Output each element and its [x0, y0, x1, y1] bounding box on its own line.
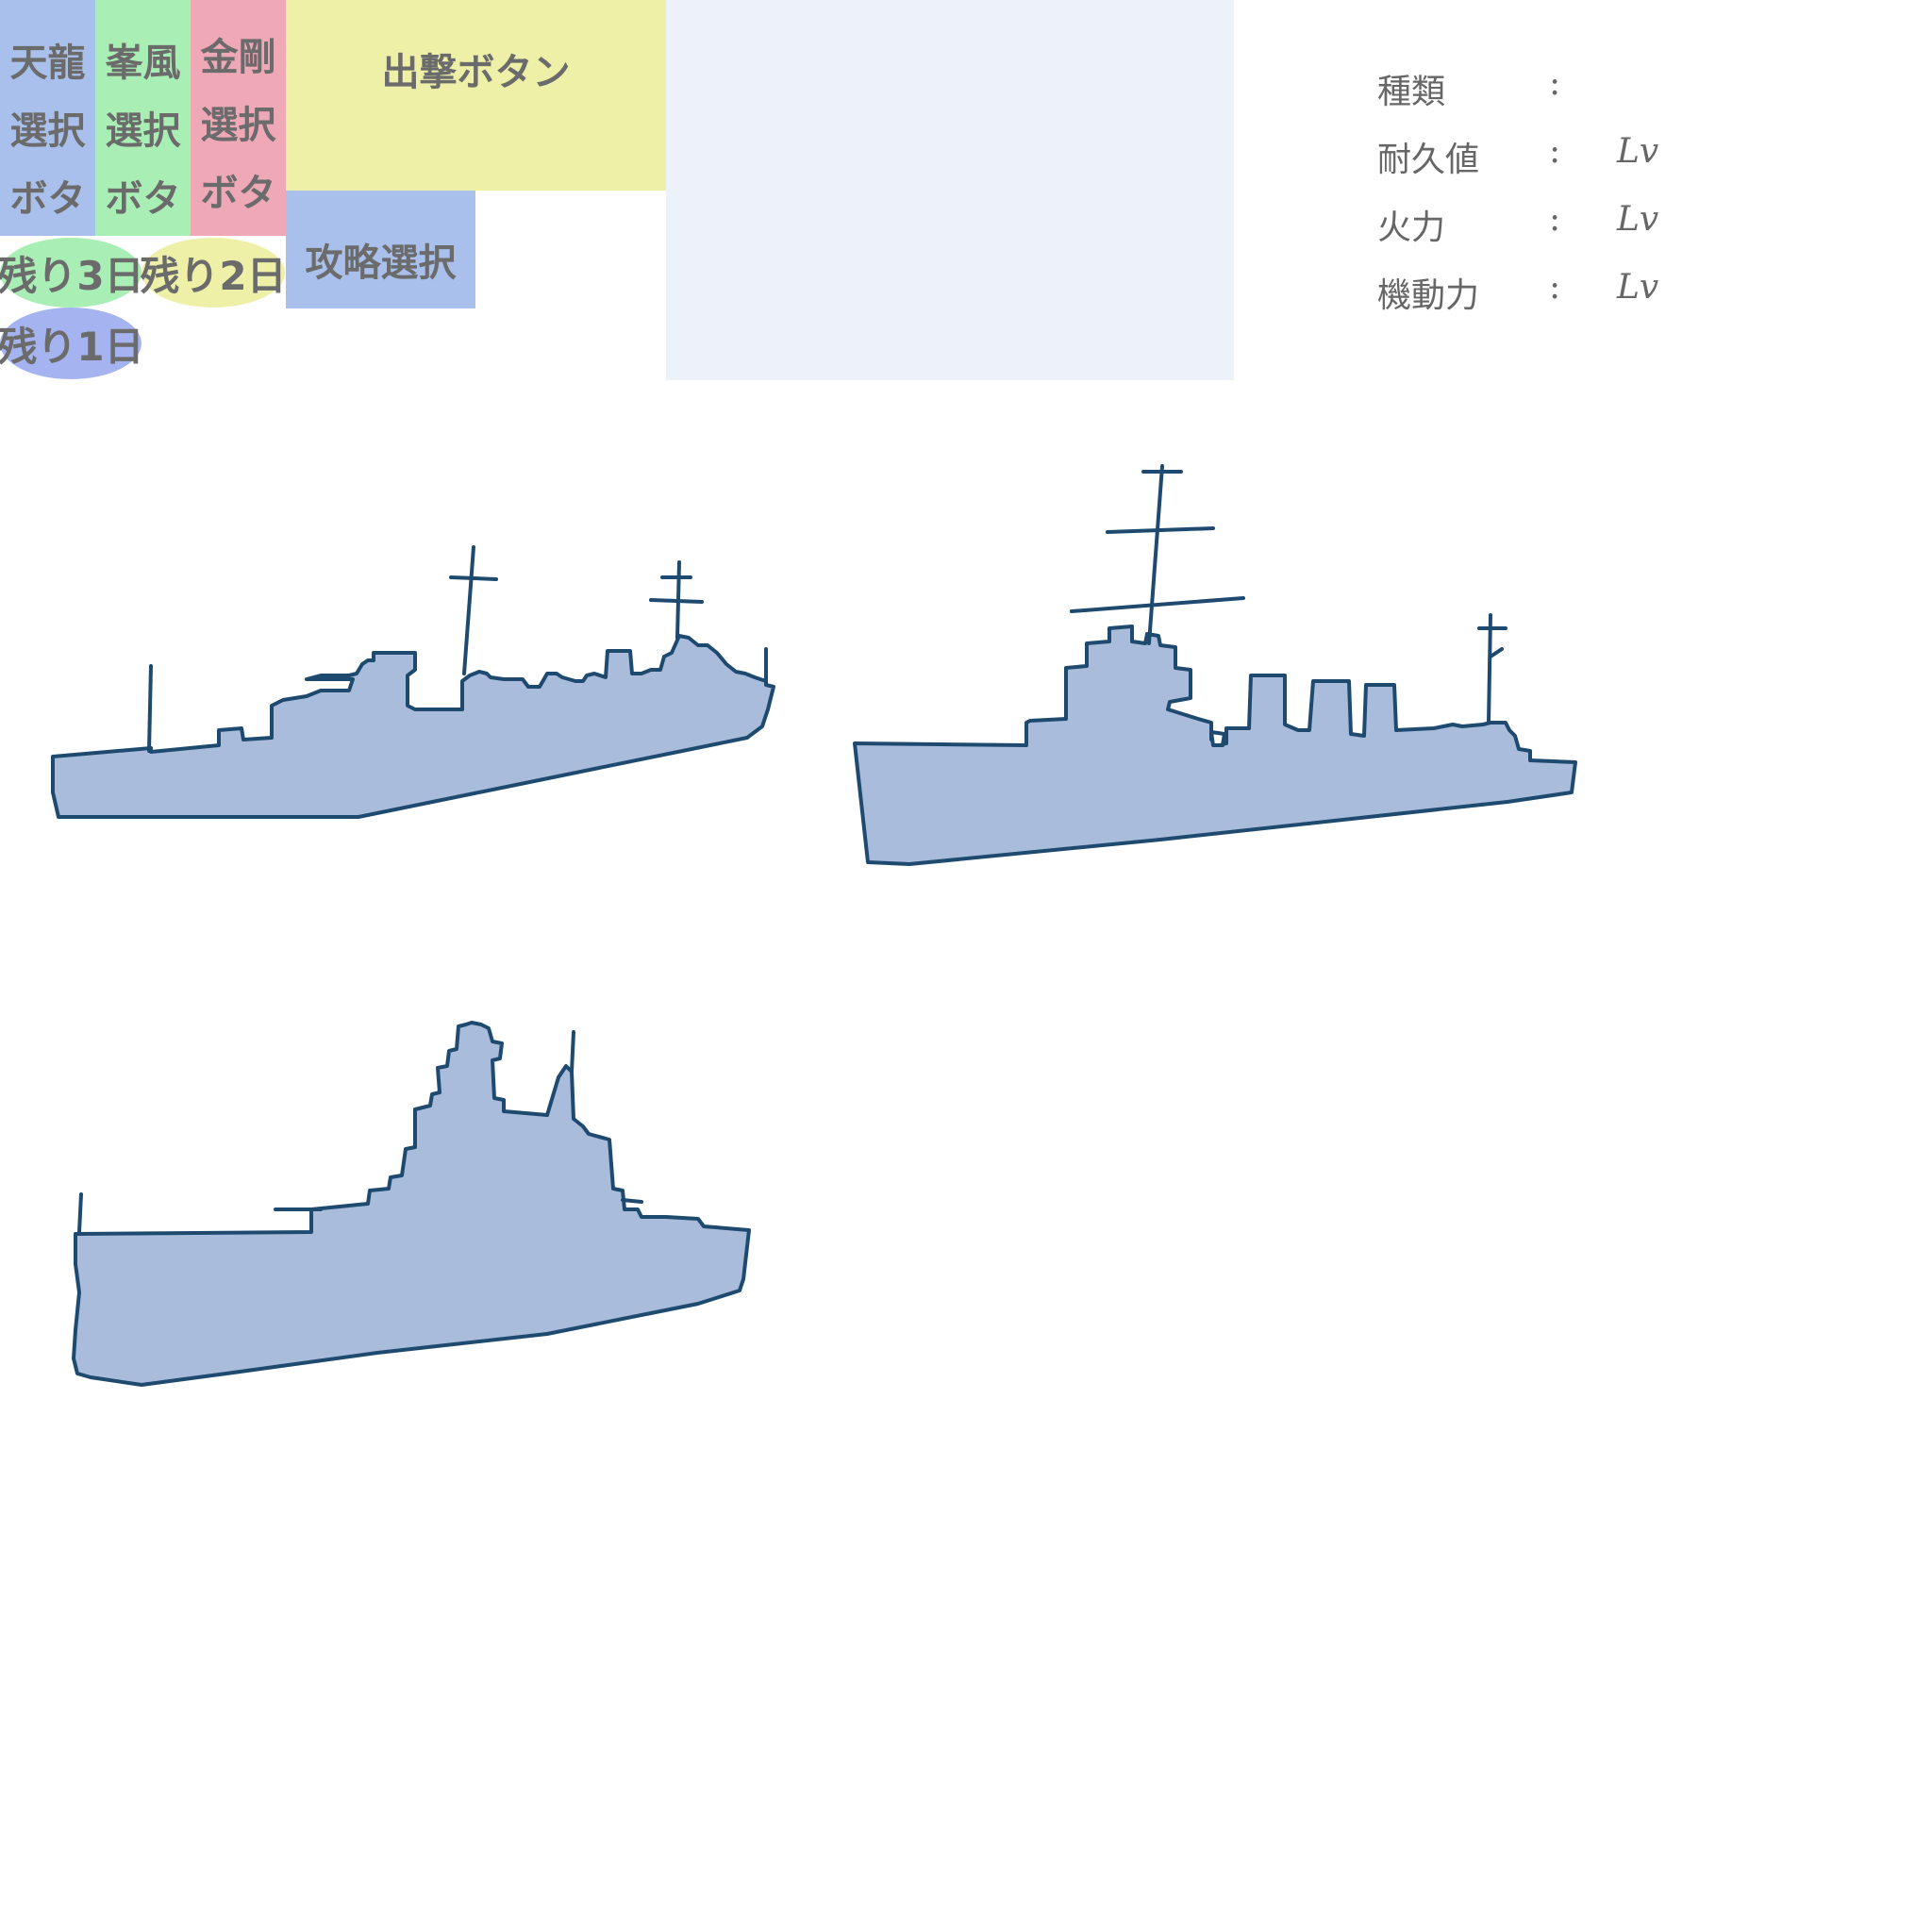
battleship-silhouette-icon[interactable] [0, 0, 1932, 1932]
